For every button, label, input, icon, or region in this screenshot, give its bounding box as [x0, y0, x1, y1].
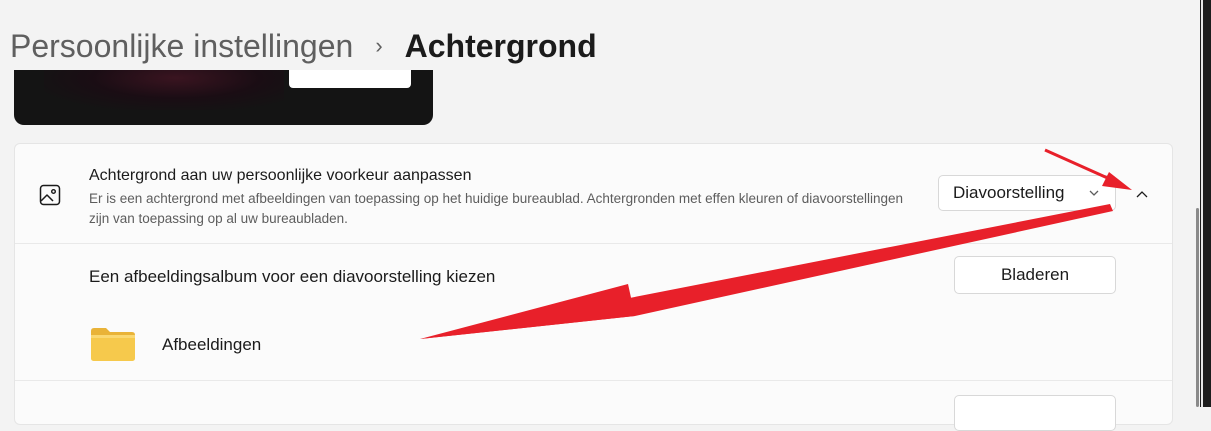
- setting-title: Achtergrond aan uw persoonlijke voorkeur…: [89, 167, 472, 184]
- preview-window: [289, 70, 411, 88]
- row-divider: [15, 243, 1172, 244]
- chevron-down-icon: [1089, 190, 1099, 196]
- setting-description: Er is een achtergrond met afbeeldingen v…: [89, 191, 904, 226]
- background-type-dropdown[interactable]: Diavoorstelling: [938, 175, 1116, 211]
- page-title: Achtergrond: [404, 27, 597, 64]
- preview-image: [44, 70, 284, 110]
- breadcrumb-separator-icon: ›: [375, 33, 383, 58]
- folder-icon: [91, 328, 135, 361]
- scrollbar-thumb[interactable]: [1196, 208, 1199, 407]
- next-setting-control[interactable]: [954, 395, 1116, 431]
- image-icon: [39, 184, 61, 206]
- background-settings-card: Achtergrond aan uw persoonlijke voorkeur…: [14, 143, 1173, 431]
- chevron-up-icon: [1136, 191, 1148, 198]
- window-border: [1201, 0, 1203, 407]
- wallpaper-preview: [14, 70, 433, 125]
- dropdown-value: Diavoorstelling: [953, 183, 1065, 202]
- album-label: Een afbeeldingsalbum voor een diavoorste…: [89, 267, 496, 286]
- collapse-button[interactable]: [1129, 182, 1155, 206]
- browse-button[interactable]: Bladeren: [954, 256, 1116, 294]
- row-divider: [15, 380, 1172, 381]
- breadcrumb: Persoonlijke instellingen › Achtergrond: [10, 22, 597, 70]
- breadcrumb-parent[interactable]: Persoonlijke instellingen: [10, 28, 353, 65]
- folder-name[interactable]: Afbeeldingen: [162, 335, 261, 355]
